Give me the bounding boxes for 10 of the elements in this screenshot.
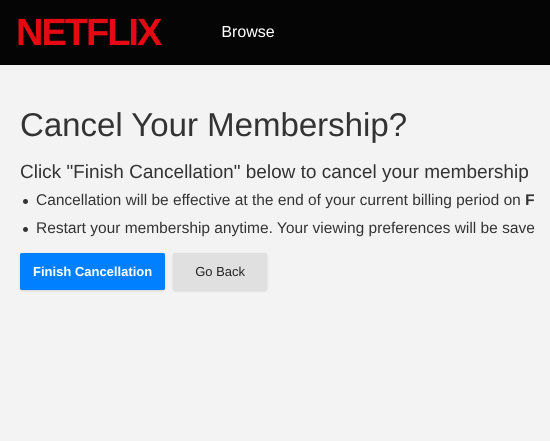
back-button[interactable]: Go Back xyxy=(173,253,268,290)
bullet-text: Restart your membership anytime. Your viewing preferences will be save xyxy=(36,219,535,240)
logo[interactable]: NETFLIX xyxy=(16,10,164,56)
page-title: Cancel Your Membership? xyxy=(20,105,408,145)
finish-button[interactable]: Finish Cancellation xyxy=(20,253,166,290)
bullet-text: Cancellation will be effective at the end of your current billing period on F xyxy=(36,191,535,212)
nav-link[interactable]: Browse xyxy=(221,20,275,44)
bullet-icon xyxy=(23,226,28,232)
bullet-icon xyxy=(23,198,28,204)
subtitle: Click "Finish Cancellation" below to cancel your membership xyxy=(20,161,529,185)
